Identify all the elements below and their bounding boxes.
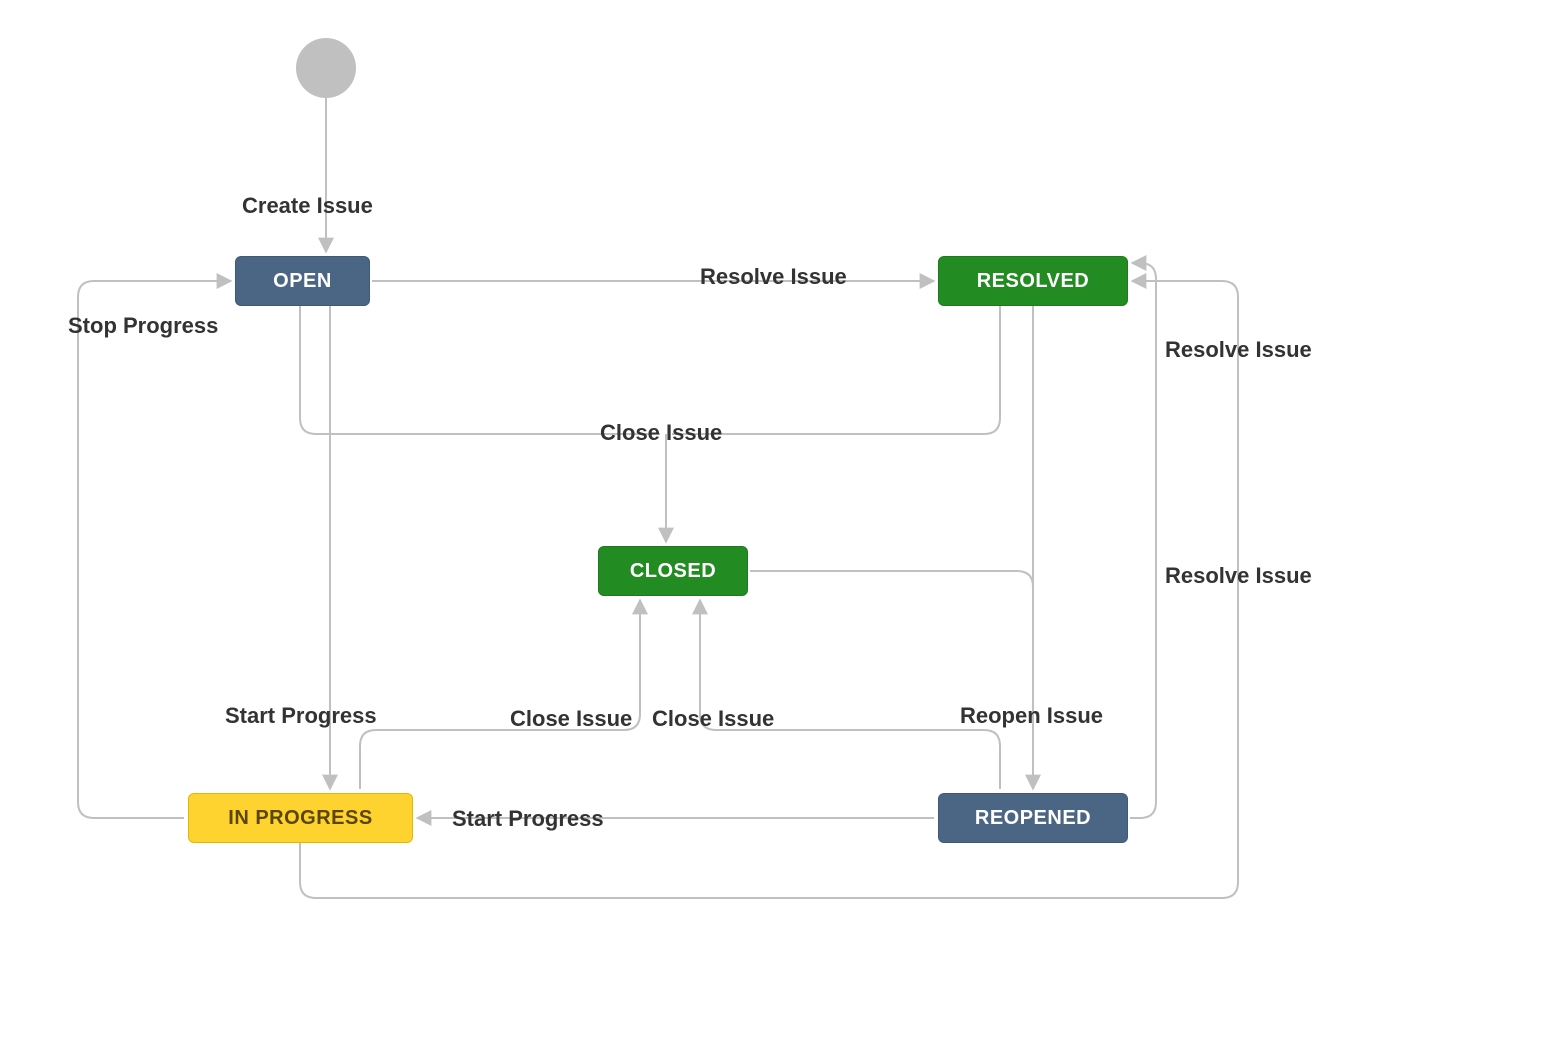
label-resolve-issue-r1: Resolve Issue: [1165, 337, 1312, 363]
label-start-progress-left: Start Progress: [225, 703, 377, 729]
label-reopen-issue: Reopen Issue: [960, 703, 1103, 729]
edge-resolved-close-branch: [672, 306, 1000, 434]
label-close-issue-top: Close Issue: [600, 420, 722, 446]
label-resolve-issue-top: Resolve Issue: [700, 264, 847, 290]
state-open: OPEN: [235, 256, 370, 306]
state-inprogress: IN PROGRESS: [188, 793, 413, 843]
label-close-issue-left: Close Issue: [510, 706, 632, 732]
label-start-progress-bottom: Start Progress: [452, 806, 604, 832]
edge-reopened-closed: [700, 600, 1000, 789]
edge-reopened-resolved: [1130, 263, 1156, 818]
label-stop-progress: Stop Progress: [68, 313, 218, 339]
edges-layer: [0, 0, 1557, 1047]
label-create-issue: Create Issue: [242, 193, 373, 219]
state-closed: CLOSED: [598, 546, 748, 596]
state-reopened: REOPENED: [938, 793, 1128, 843]
start-node: [296, 38, 356, 98]
state-resolved: RESOLVED: [938, 256, 1128, 306]
edge-open-close-branch: [300, 306, 660, 434]
label-resolve-issue-r2: Resolve Issue: [1165, 563, 1312, 589]
workflow-diagram: OPEN RESOLVED CLOSED IN PROGRESS REOPENE…: [0, 0, 1557, 1047]
label-close-issue-right: Close Issue: [652, 706, 774, 732]
edge-inprogress-closed: [360, 600, 640, 789]
edge-inprogress-open: [78, 281, 231, 818]
edge-closed-reopened: [750, 571, 1033, 720]
